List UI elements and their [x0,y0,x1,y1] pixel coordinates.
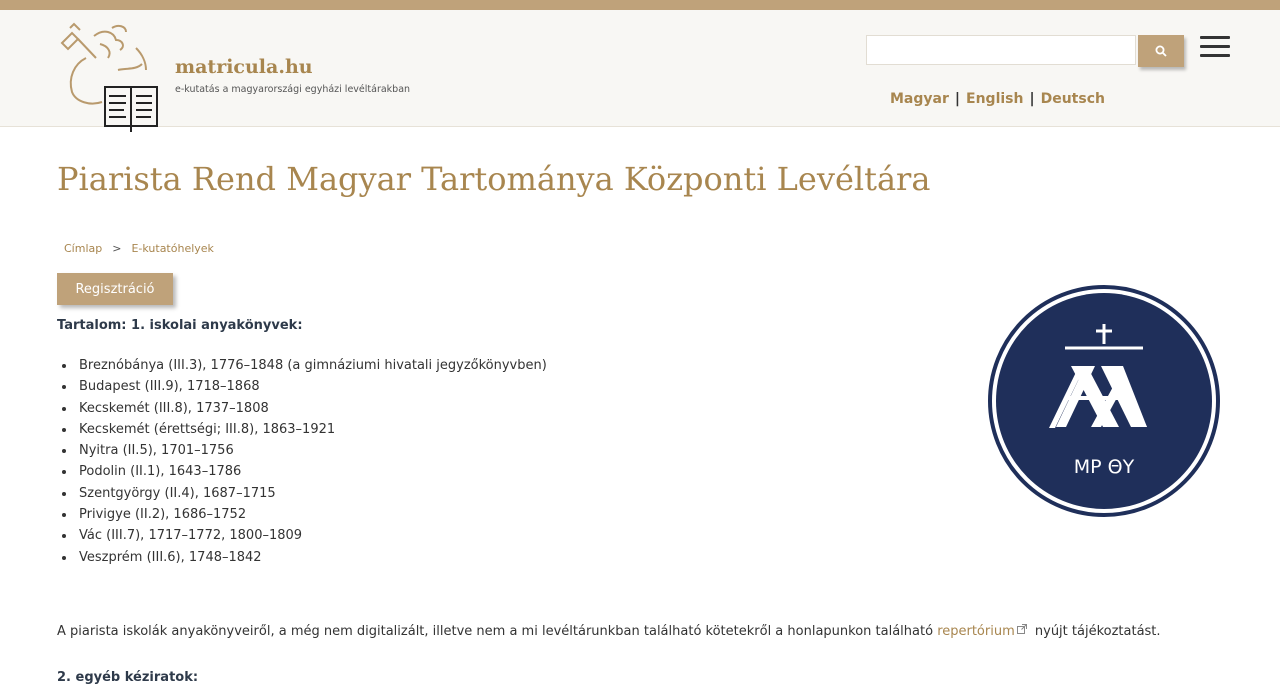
info-paragraph-text: A piarista iskolák anyakönyveiről, a még… [57,624,938,639]
piarist-emblem-icon: MP ΘY [988,285,1220,517]
lang-deutsch[interactable]: Deutsch [1041,91,1105,107]
hamburger-menu-button[interactable] [1200,36,1230,62]
info-paragraph-end: nyújt tájékoztatást. [1030,624,1161,639]
lang-separator: | [954,91,961,107]
breadcrumb-e-kutatohelyek[interactable]: E-kutatóhelyek [131,242,213,255]
breadcrumb: Címlap > E-kutatóhelyek [64,242,214,255]
lang-magyar[interactable]: Magyar [890,91,949,107]
info-paragraph: A piarista iskolák anyakönyveiről, a még… [57,624,1161,639]
search-button[interactable] [1138,35,1184,67]
hamburger-menu-icon [1200,36,1230,39]
register-button[interactable]: Regisztráció [57,273,173,305]
site-title[interactable]: matricula.hu [175,56,313,78]
section-heading-other-manuscripts: 2. egyéb kéziratok: [57,670,199,685]
logo-icon [60,22,158,132]
site-subtitle: e-kutatás a magyarországi egyházi levélt… [175,84,411,95]
repertorium-link[interactable]: repertórium [937,624,1015,639]
top-accent-bar [0,0,1280,10]
site-logo-link[interactable]: matricula.hu e-kutatás a magyarországi e… [56,18,456,133]
external-link-icon [1016,624,1027,634]
menu-bar-middle [1200,45,1230,48]
list-item: Veszprém (III.6), 1748–1842 [57,547,1237,568]
breadcrumb-separator: > [112,242,122,255]
lang-english[interactable]: English [966,91,1023,107]
search-icon [1155,45,1167,57]
breadcrumb-home[interactable]: Címlap [64,242,102,255]
list-item: Vác (III.7), 1717–1772, 1800–1809 [57,525,1237,546]
site-header: matricula.hu e-kutatás a magyarországi e… [0,10,1280,132]
language-switcher: Magyar | English | Deutsch [890,91,1105,107]
page-title: Piarista Rend Magyar Tartománya Központi… [57,160,931,198]
menu-bar-bottom [1200,54,1230,57]
emblem-text: MP ΘY [1074,456,1135,478]
search-input[interactable] [866,35,1136,65]
lang-separator: | [1029,91,1035,107]
